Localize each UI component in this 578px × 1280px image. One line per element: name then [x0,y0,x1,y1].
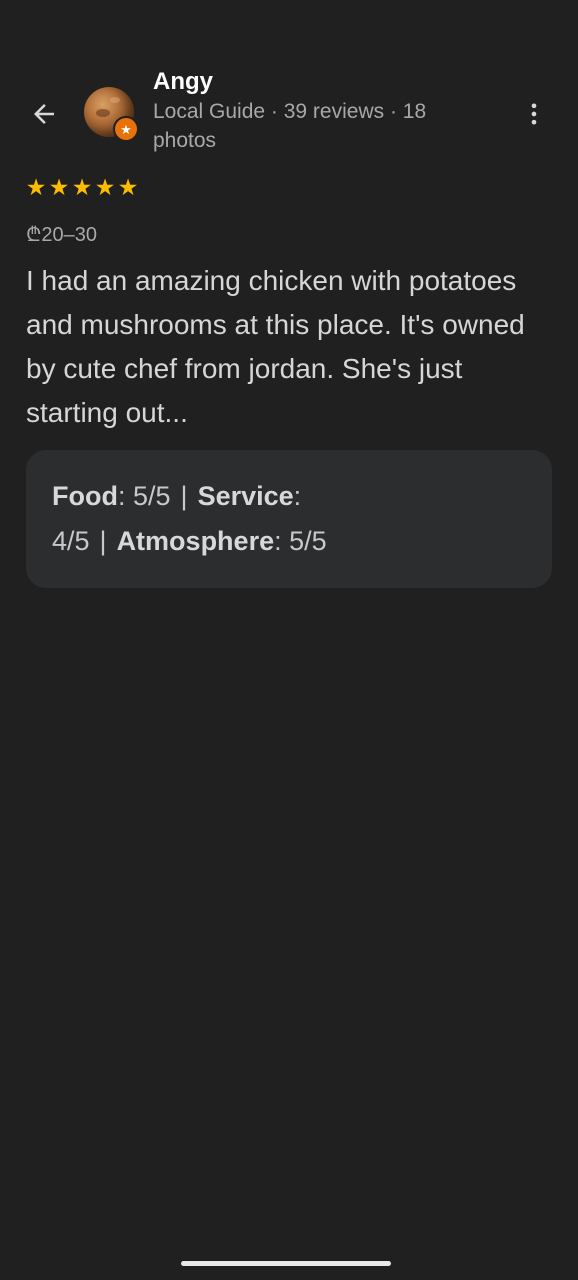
star-icon: ★ [48,174,70,200]
label-colon: : [293,481,302,511]
more-vert-icon [531,103,537,125]
star-icon: ★ [117,174,139,200]
service-value: 4/5 [52,526,90,556]
price-range: ₾20–30 [26,224,98,246]
label-colon: : [274,526,290,556]
star-icon: ★ [94,174,116,200]
user-name[interactable]: Angy [153,68,213,96]
star-icon: ★ [25,174,47,200]
atmosphere-value: 5/5 [289,526,327,556]
arrow-back-icon [34,104,54,124]
star-rating: ★ ★ ★ ★ ★ [25,174,139,200]
avatar-detail [96,109,110,117]
more-options-button[interactable] [512,92,556,136]
star-icon: ★ [71,174,93,200]
label-colon: : [117,481,133,511]
atmosphere-label: Atmosphere [116,526,275,556]
food-value: 5/5 [133,481,171,511]
user-meta: Local Guide · 39 reviews · 18 photos [153,100,427,152]
service-label: Service [197,481,294,511]
rating-separator: | [99,526,107,556]
ratings-summary: Food: 5/5 | Service: 4/5 | Atmosphere: 5/5 [26,450,552,588]
home-indicator[interactable] [181,1261,391,1266]
review-text: I had an amazing chicken with potatoes a… [26,265,525,428]
avatar-detail [110,97,120,103]
food-label: Food [52,481,118,511]
rating-separator: | [180,481,188,511]
back-button[interactable] [22,92,66,136]
local-guide-star-icon: ★ [113,116,139,142]
